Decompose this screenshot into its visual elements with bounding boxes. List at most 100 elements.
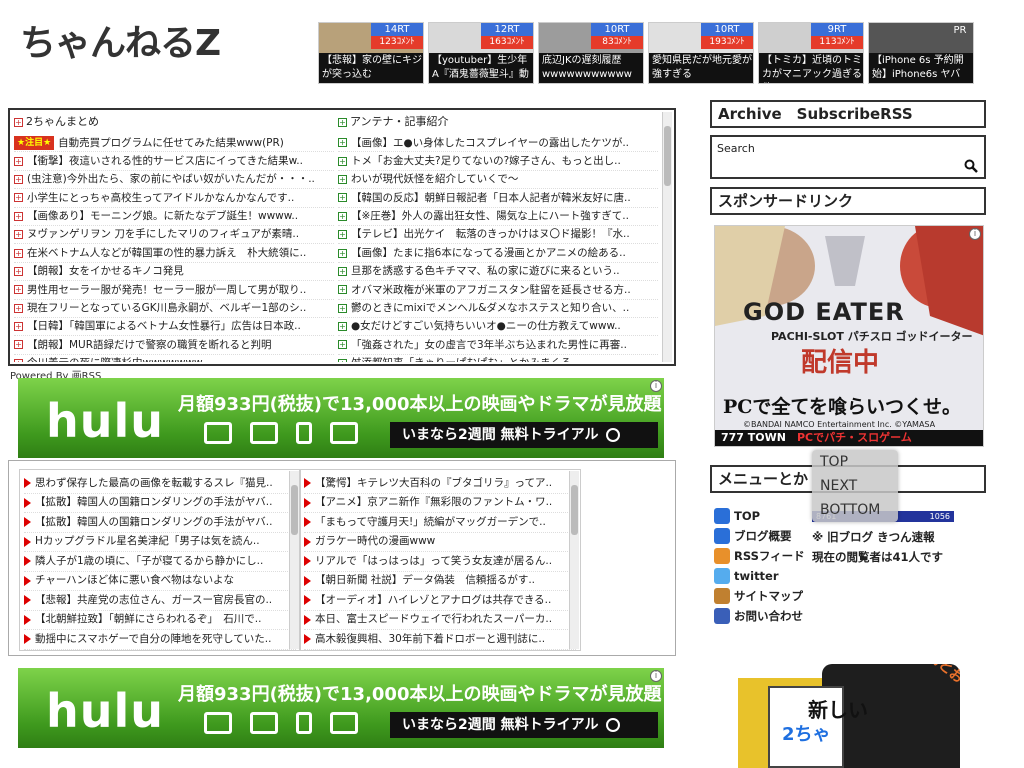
antenna-item[interactable]: + 【朗報】女をイかせるキノコ発見: [14, 263, 334, 282]
menu-item[interactable]: twitter: [714, 566, 805, 586]
ranking-thumbnail[interactable]: PR 【iPhone 6s 予約開始】iPhone6s ヤバ: [868, 22, 974, 84]
archive-subscribe-header[interactable]: Archive SubscribeRSS: [710, 100, 986, 128]
antenna-item[interactable]: + わいが現代妖怪を紹介していくで～: [338, 171, 658, 190]
antenna-item[interactable]: + 【画像】たまに指6本になってる漫画とかアニメの絵ある..: [338, 244, 658, 263]
triangle-icon: [304, 575, 311, 586]
headline-item[interactable]: 動揺中にスマホゲーで自分の陣地を死守していた..: [24, 630, 296, 650]
ad-info-icon[interactable]: i: [969, 228, 981, 240]
headline-item[interactable]: 【拡散】韓国人の国籍ロンダリングの手法がヤバ..: [24, 494, 296, 513]
hulu-banner[interactable]: hulu 月額933円(税抜)で13,000本以上の映画やドラマが見放題 いまな…: [18, 668, 664, 748]
antenna-item[interactable]: + 【衝撃】夜這いされる性的サービス店にイってきた結果w..: [14, 152, 334, 171]
godeater-ad[interactable]: GOD EATER PACHI-SLOT パチスロ ゴッドイーター 配信中 PC…: [714, 225, 984, 447]
menu-item[interactable]: サイトマップ: [714, 586, 805, 606]
plus-icon: +: [14, 358, 23, 362]
antenna-item[interactable]: + 【日韓】「韓国軍によるベトナム女性暴行」広告は日本政..: [14, 318, 334, 337]
headline-item[interactable]: 「まもって守護月天!」続編がマッグガーデンで..: [304, 513, 576, 533]
headline-item[interactable]: 【拡散】韓国人の国籍ロンダリングの手法がヤバ..: [24, 513, 296, 533]
antenna-item[interactable]: ★注目★ 自動売買プログラムに任せてみた結果www(PR): [14, 134, 334, 153]
plus-icon: +: [14, 174, 23, 184]
antenna-item[interactable]: + 【朗報】MUR語録だけで警察の職質を断れると判明: [14, 336, 334, 355]
plus-icon: +: [338, 230, 347, 240]
triangle-icon: [304, 634, 311, 645]
ranking-thumbnail[interactable]: 10RT 83ｺﾒﾝﾄ 底辺JKの遅刻履歴wwwwwwwwwww: [538, 22, 644, 84]
plus-icon: +: [14, 322, 23, 332]
plus-icon: +: [338, 156, 347, 166]
play-icon: [606, 428, 621, 442]
antenna-column-title: アンテナ・記事紹介: [350, 115, 449, 128]
headline-item[interactable]: 高木毅復興相、30年前下着ドロボーと週刊誌に..: [304, 630, 576, 650]
ranking-thumbnail[interactable]: 9RT113ｺﾒﾝﾄ 【トミカ】近頃のトミカがマニアック過ぎる件: [758, 22, 864, 84]
headline-column: 思わず保存した最高の画像を転載するスレ『猫見.. 【拡散】韓国人の国籍ロンダリング…: [19, 469, 301, 651]
antenna-item[interactable]: + ●女だけどすごい気持ちいいオ●ニーの仕方教えてwww..: [338, 318, 658, 337]
antenna-item[interactable]: + 【韓国の反応】朝鮮日報記者「日本人記者が韓米友好に唐..: [338, 189, 658, 208]
antenna-item[interactable]: +舛添都知事「きゃりーぱむぱむ」とかみまくる: [338, 355, 658, 362]
antenna-item[interactable]: + 現在フリーとなっているGK川島永嗣が、ベルギー1部のシ..: [14, 300, 334, 318]
plus-icon: +: [338, 358, 347, 362]
headline-item[interactable]: チャーハンほど体に悪い食べ物はないよな: [24, 572, 296, 591]
antenna-item[interactable]: + 【画像あり】モーニング娘。に新たなデブ誕生！wwww..: [14, 208, 334, 226]
ad-title: GOD EATER: [743, 298, 905, 326]
antenna-item[interactable]: + 在米ベトナム人などが韓国軍の性的暴力訴え 朴大統領に..: [14, 244, 334, 263]
antenna-item[interactable]: + 【画像】エ●い身体したコスプレイヤーの露出したケツが..: [338, 134, 658, 153]
floatnav-bottom[interactable]: BOTTOM: [812, 498, 898, 522]
headline-item[interactable]: 本日、富士スピードウェイで行われたスーパーカ..: [304, 611, 576, 630]
antenna-item[interactable]: + (虫注意)今外出たら、家の前にやばい奴がいたんだが・・・..: [14, 171, 334, 190]
ranking-thumbnail[interactable]: 10RT 193ｺﾒﾝﾄ 愛知県民だが地元愛が強すぎる: [648, 22, 754, 84]
headline-item[interactable]: 【オーディオ】ハイレゾとアナログは共存できる..: [304, 591, 576, 611]
antenna-item[interactable]: + 小学生にとっちゃ高校生ってアイドルかなんかなんです..: [14, 189, 334, 208]
antenna-item[interactable]: + トメ「お金大丈夫?足りてないの?嫁子さん、もっと出し..: [338, 152, 658, 171]
headline-item[interactable]: 【北朝鮮拉致】「朝鮮にさらわれるぞ」 石川で..: [24, 611, 296, 630]
ad-info-icon[interactable]: i: [650, 380, 662, 392]
plus-icon: +: [338, 117, 347, 127]
antenna-item[interactable]: + 【※圧巻】外人の露出狂女性、陽気な上にハート強すぎて..: [338, 208, 658, 226]
antenna-scrollbar[interactable]: [662, 112, 672, 362]
antenna-item[interactable]: + オバマ米政権が米軍のアフガニスタン駐留を延長させる方..: [338, 281, 658, 300]
old-blog-link[interactable]: ※ 旧ブログ きつん速報: [812, 527, 943, 547]
headline-scrollbar[interactable]: [569, 471, 579, 649]
hulu-cta-button[interactable]: いまなら2週間 無料トライアル: [390, 422, 658, 448]
headline-item[interactable]: 蛍「ARIA…?」 灯里「のんのんびより…?..: [24, 650, 296, 651]
headline-item[interactable]: ガラケー時代の漫画www: [304, 533, 576, 552]
headline-item[interactable]: リアルで「はっはっは」って笑う女友達が居るん..: [304, 552, 576, 572]
menu-item[interactable]: RSSフィード: [714, 546, 805, 566]
headline-item[interactable]: 【アニメ】京アニ新作『無彩限のファントム・ワ..: [304, 494, 576, 513]
antenna-item[interactable]: + 旦那を誘惑する色キチママ、私の家に遊びに来るという..: [338, 263, 658, 282]
pr-badge: PR: [947, 23, 973, 38]
matome-book-ad[interactable]: まとめ民とおまいらが作る 新しい 2ちゃ: [738, 664, 960, 768]
headline-item[interactable]: 思わず保存した最高の画像を転載するスレ『猫見..: [24, 474, 296, 494]
headline-item[interactable]: 社畜「働くのは金のため」←これ: [304, 650, 576, 651]
headline-item[interactable]: Hカップグラドル星名美津紀「男子は気を読ん..: [24, 533, 296, 552]
search-icon[interactable]: [964, 159, 978, 173]
headline-item[interactable]: 【驚愕】キテレツ大百科の『ブタゴリラ』ってア..: [304, 474, 576, 494]
antenna-item[interactable]: + 男性用セーラー服が発売！セーラー服が一周して男が取り..: [14, 281, 334, 300]
antenna-item[interactable]: + 【テレビ】出光ケイ 転落のきっかけはヌ〇ド撮影！『水..: [338, 226, 658, 245]
antenna-item[interactable]: +今川義元の死に際凄杉内wwwwwww: [14, 355, 334, 362]
menu-item[interactable]: TOP: [714, 506, 805, 526]
play-icon: [606, 718, 621, 732]
headline-scrollbar[interactable]: [289, 471, 299, 649]
hulu-banner[interactable]: hulu 月額933円(税抜)で13,000本以上の映画やドラマが見放題 いまな…: [18, 378, 664, 458]
book-ad-title: 新しい: [808, 698, 868, 722]
hulu-cta-button[interactable]: いまなら2週間 無料トライアル: [390, 712, 658, 738]
ad-slogan: PCで全てを喰らいつくせ。: [723, 396, 962, 418]
ranking-thumbnail[interactable]: 14RT 123ｺﾒﾝﾄ 【悲報】家の壁にキジが突っ込む: [318, 22, 424, 84]
search-box[interactable]: Search: [710, 135, 986, 179]
site-title[interactable]: ちゃんねるZ: [20, 14, 221, 66]
headline-item[interactable]: 【朝日新聞 社説】データ偽装 信頼揺るがす..: [304, 572, 576, 591]
ad-info-icon[interactable]: i: [650, 670, 662, 682]
floatnav-top[interactable]: TOP: [812, 450, 898, 474]
floatnav-next[interactable]: NEXT: [812, 474, 898, 498]
help-icon: [714, 528, 730, 544]
ranking-thumbnails: 14RT 123ｺﾒﾝﾄ 【悲報】家の壁にキジが突っ込む 12RT 163ｺﾒﾝﾄ 【yo…: [318, 22, 974, 84]
menu-item[interactable]: ブログ概要: [714, 526, 805, 546]
laptop-icon: [250, 712, 278, 734]
ranking-thumbnail[interactable]: 12RT 163ｺﾒﾝﾄ 【youtuber】生少年A『酒鬼薔薇聖斗』動: [428, 22, 534, 84]
antenna-item[interactable]: + 鬱のときにmixiでメンヘル&ダメなホステスと知り合い、..: [338, 300, 658, 318]
antenna-item[interactable]: + 「強姦された」女の虚言で3年半ぶち込まれた男性に再審..: [338, 336, 658, 355]
headline-item[interactable]: 隣人子が1歳の頃に、「子が寝てるから静かにし..: [24, 552, 296, 572]
headline-item[interactable]: 【悲報】共産党の志位さん、ガースー官房長官の..: [24, 591, 296, 611]
thumbnail-caption: 【悲報】家の壁にキジが突っ込む: [319, 53, 423, 83]
triangle-icon: [304, 517, 311, 528]
menu-item[interactable]: お問い合わせ: [714, 606, 805, 626]
antenna-item[interactable]: + ヌヴァンゲリヲン 刀を手にしたマリのフィギュアが素晴..: [14, 226, 334, 245]
